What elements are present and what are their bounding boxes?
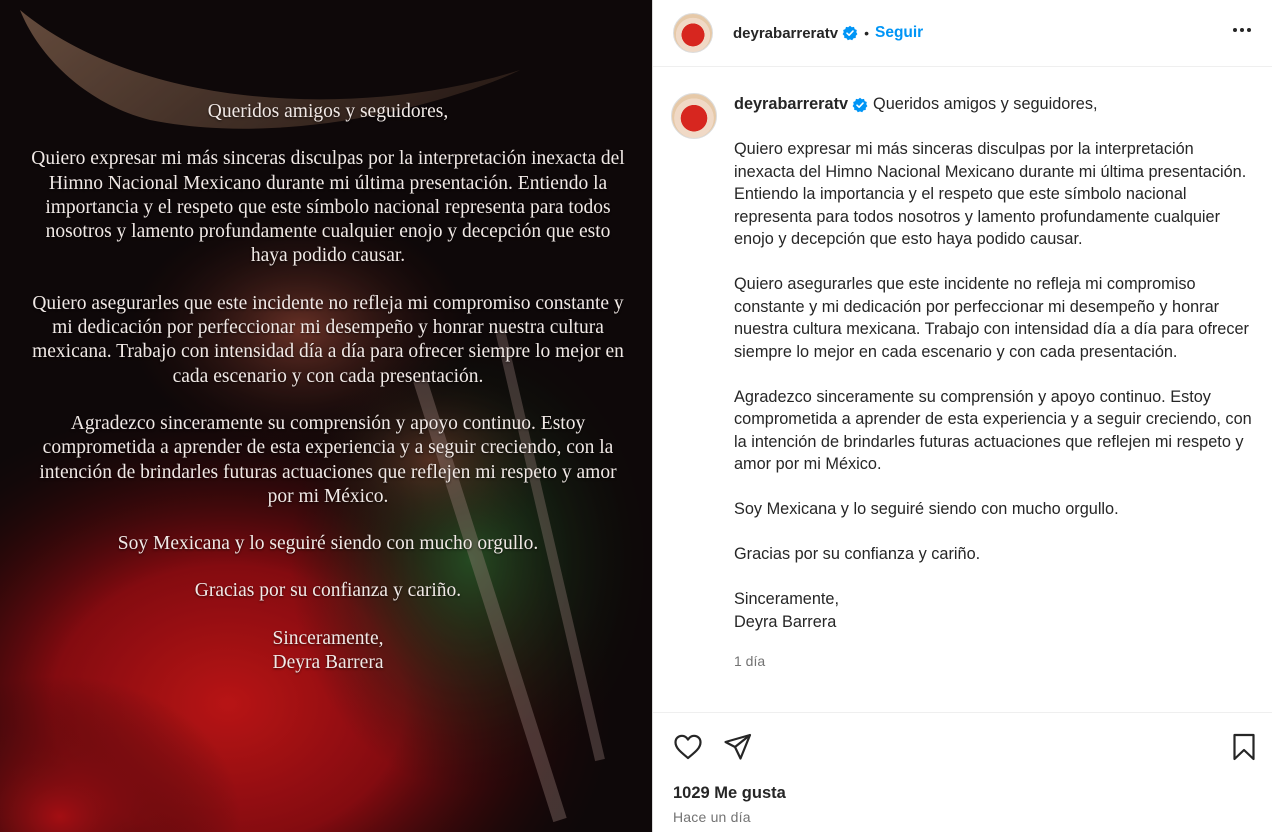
caption-paragraph-1: Quiero expresar mi más sinceras disculpa… (734, 140, 1247, 248)
bookmark-icon[interactable] (1228, 731, 1260, 763)
follow-button[interactable]: Seguir (875, 24, 923, 42)
caption-greeting: Queridos amigos y seguidores, (873, 95, 1098, 113)
caption-paragraph-5: Gracias por su confianza y cariño. (734, 545, 981, 563)
caption-signature: Sinceramente, Deyra Barrera (734, 588, 1256, 633)
post-header: deyrabarreratv • Seguir (653, 0, 1272, 67)
heart-icon[interactable] (672, 731, 704, 763)
caption-paragraph-2: Quiero asegurarles que este incidente no… (734, 275, 1249, 361)
header-username[interactable]: deyrabarreratv (733, 25, 838, 42)
image-paragraph-4: Soy Mexicana y lo seguiré siendo con muc… (117, 533, 539, 555)
post-side-panel: deyrabarreratv • Seguir deyrabarreratv Q… (652, 0, 1272, 832)
caption-first-line: deyrabarreratv Queridos amigos y seguido… (734, 93, 1256, 116)
header-separator: • (864, 25, 869, 41)
caption-signature-name: Deyra Barrera (734, 612, 837, 631)
image-paragraph-2: Quiero asegurarles que este incidente no… (32, 292, 624, 387)
more-options-icon[interactable] (1230, 18, 1254, 42)
verified-badge-icon (842, 25, 858, 41)
avatar[interactable] (673, 13, 713, 53)
post-timestamp[interactable]: Hace un día (673, 809, 751, 825)
comments-area[interactable]: deyrabarreratv Queridos amigos y seguido… (653, 66, 1272, 712)
post-image[interactable]: Queridos amigos y seguidores, Quiero exp… (0, 0, 652, 832)
image-paragraph-5: Gracias por su confianza y cariño. (194, 580, 462, 602)
likes-count[interactable]: 1029 Me gusta (673, 784, 786, 803)
image-paragraph-3: Agradezco sinceramente su comprensión y … (39, 412, 617, 507)
instagram-post-view: Queridos amigos y seguidores, Quiero exp… (0, 0, 1272, 832)
image-overlay-text: Queridos amigos y seguidores, Quiero exp… (30, 100, 626, 698)
image-greeting: Queridos amigos y seguidores, (207, 101, 449, 122)
caption-paragraph-4: Soy Mexicana y lo seguiré siendo con muc… (734, 500, 1119, 518)
caption-timestamp[interactable]: 1 día (734, 650, 1256, 673)
caption-signoff: Sinceramente, (734, 590, 839, 608)
caption: deyrabarreratv Queridos amigos y seguido… (734, 93, 1256, 672)
caption-row: deyrabarreratv Queridos amigos y seguido… (653, 66, 1272, 672)
caption-username[interactable]: deyrabarreratv (734, 95, 848, 113)
caption-avatar[interactable] (671, 93, 717, 139)
share-icon[interactable] (722, 731, 754, 763)
caption-paragraph-3: Agradezco sinceramente su comprensión y … (734, 387, 1252, 474)
verified-badge-icon (852, 97, 868, 112)
image-signature: Sinceramente, Deyra Barrera (272, 627, 384, 674)
post-actions: 1029 Me gusta Hace un día (653, 712, 1272, 833)
image-paragraph-1: Quiero expresar mi más sinceras disculpa… (31, 148, 625, 267)
